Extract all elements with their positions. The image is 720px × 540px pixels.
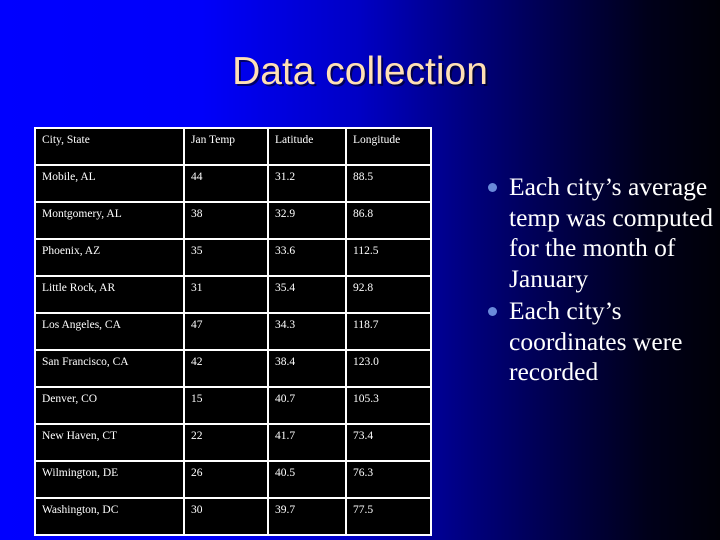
table-row: Los Angeles, CA 47 34.3 118.7 [36,314,430,351]
table-row: New Haven, CT 22 41.7 73.4 [36,425,430,462]
cell-longitude: 88.5 [347,166,430,203]
column-header-longitude: Longitude [347,129,430,166]
cell-latitude: 41.7 [269,425,347,462]
cell-longitude: 118.7 [347,314,430,351]
table-row: Washington, DC 30 39.7 77.5 [36,499,430,534]
list-item: Each city’s average temp was computed fo… [482,172,714,294]
cell-city: Wilmington, DE [36,462,185,499]
cell-city: Little Rock, AR [36,277,185,314]
bullet-list: Each city’s average temp was computed fo… [482,172,714,390]
cell-city: Phoenix, AZ [36,240,185,277]
cell-latitude: 40.7 [269,388,347,425]
slide: Data collection City, State Jan Temp Lat… [0,0,720,540]
column-header-latitude: Latitude [269,129,347,166]
cell-latitude: 32.9 [269,203,347,240]
cell-jan-temp: 47 [185,314,269,351]
table-row: San Francisco, CA 42 38.4 123.0 [36,351,430,388]
bullet-dot-icon [488,307,497,316]
table-row: Mobile, AL 44 31.2 88.5 [36,166,430,203]
table-row: Denver, CO 15 40.7 105.3 [36,388,430,425]
cell-city: Los Angeles, CA [36,314,185,351]
column-header-city: City, State [36,129,185,166]
cell-longitude: 86.8 [347,203,430,240]
cell-longitude: 92.8 [347,277,430,314]
cell-jan-temp: 42 [185,351,269,388]
table-row: Wilmington, DE 26 40.5 76.3 [36,462,430,499]
table-header-row: City, State Jan Temp Latitude Longitude [36,129,430,166]
cell-latitude: 35.4 [269,277,347,314]
city-temperature-table: City, State Jan Temp Latitude Longitude … [34,127,432,536]
cell-latitude: 38.4 [269,351,347,388]
list-item: Each city’s coordinates were recorded [482,296,714,388]
cell-latitude: 31.2 [269,166,347,203]
table-row: Montgomery, AL 38 32.9 86.8 [36,203,430,240]
cell-longitude: 123.0 [347,351,430,388]
bullet-text: Each city’s average temp was computed fo… [509,172,713,293]
cell-longitude: 77.5 [347,499,430,534]
cell-jan-temp: 30 [185,499,269,534]
cell-jan-temp: 38 [185,203,269,240]
cell-city: Mobile, AL [36,166,185,203]
cell-jan-temp: 31 [185,277,269,314]
cell-city: San Francisco, CA [36,351,185,388]
cell-jan-temp: 26 [185,462,269,499]
bullet-dot-icon [488,183,497,192]
cell-latitude: 34.3 [269,314,347,351]
cell-latitude: 40.5 [269,462,347,499]
cell-city: Montgomery, AL [36,203,185,240]
table-row: Little Rock, AR 31 35.4 92.8 [36,277,430,314]
page-title: Data collection [232,50,488,93]
cell-jan-temp: 15 [185,388,269,425]
cell-city: Washington, DC [36,499,185,534]
cell-longitude: 76.3 [347,462,430,499]
cell-city: Denver, CO [36,388,185,425]
cell-jan-temp: 35 [185,240,269,277]
cell-latitude: 33.6 [269,240,347,277]
column-header-jan-temp: Jan Temp [185,129,269,166]
cell-longitude: 112.5 [347,240,430,277]
bullet-text: Each city’s coordinates were recorded [509,296,683,386]
data-table-container: City, State Jan Temp Latitude Longitude … [34,127,432,536]
cell-latitude: 39.7 [269,499,347,534]
cell-jan-temp: 44 [185,166,269,203]
cell-longitude: 105.3 [347,388,430,425]
cell-jan-temp: 22 [185,425,269,462]
table-row: Phoenix, AZ 35 33.6 112.5 [36,240,430,277]
cell-longitude: 73.4 [347,425,430,462]
cell-city: New Haven, CT [36,425,185,462]
